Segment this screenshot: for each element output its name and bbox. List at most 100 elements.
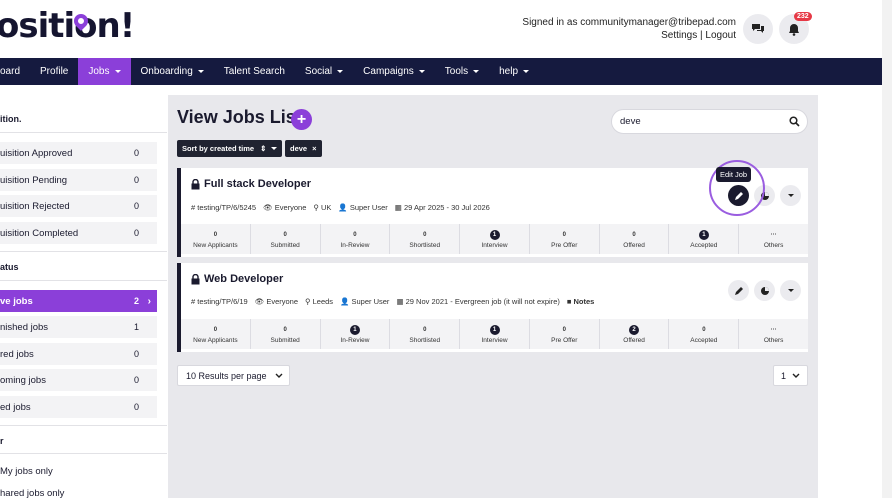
- edit-job-button[interactable]: [728, 280, 749, 301]
- job-ref: # testing/TP/6/5245: [191, 203, 257, 212]
- pie-chart-icon: [760, 286, 769, 295]
- close-icon[interactable]: ×: [312, 144, 316, 153]
- nav-social[interactable]: Social: [295, 58, 353, 85]
- edit-job-tooltip: Edit Job: [716, 167, 752, 182]
- signed-in-text: Signed in as communitymanager@tribepad.c…: [522, 17, 736, 28]
- lock-icon: [191, 178, 200, 189]
- stage-others[interactable]: ··· Others: [739, 224, 808, 254]
- lock-icon: [191, 273, 200, 284]
- settings-link[interactable]: Settings: [661, 30, 697, 41]
- pipeline-stages: 0 New Applicants 0 Submitted 0 In-Review 0S…: [181, 224, 808, 254]
- job-notes[interactable]: ■ Notes: [567, 297, 594, 306]
- nav-campaigns[interactable]: Campaigns: [353, 58, 435, 85]
- caret-down-icon: [114, 70, 121, 73]
- stage-interview[interactable]: 1 Interview: [460, 319, 530, 349]
- job-owner: 👤 Super User: [338, 203, 388, 212]
- stage-in-review[interactable]: 1 In-Review: [321, 319, 391, 349]
- nav-dashboard[interactable]: oard: [0, 58, 30, 85]
- logo-text: osition: [0, 6, 121, 46]
- caret-down-icon: [473, 70, 480, 73]
- stage-accepted[interactable]: 0 Accepted: [669, 319, 740, 349]
- stage-others[interactable]: ··· Others: [739, 319, 808, 349]
- caret-down-icon: [337, 70, 344, 73]
- hash-icon: #: [191, 203, 196, 212]
- job-location: ⚲ UK: [313, 203, 332, 212]
- filter-finished-jobs[interactable]: nished jobs 1: [0, 316, 157, 338]
- page-scrollbar[interactable]: [882, 0, 892, 498]
- job-card: Web Developer # testing/TP/6/19 👁 Everyo…: [177, 263, 808, 352]
- job-title[interactable]: Web Developer: [191, 273, 283, 285]
- sort-icon: ⇕: [260, 144, 267, 153]
- job-more-dropdown[interactable]: [780, 280, 801, 301]
- page-select[interactable]: 1: [773, 365, 808, 386]
- stage-shortlisted[interactable]: 0 Shortlisted: [390, 319, 461, 349]
- nav-help[interactable]: help: [489, 58, 539, 85]
- stage-shortlisted[interactable]: 0 Shortlisted: [390, 224, 461, 254]
- stage-pre-offer[interactable]: 0 Pre Offer: [530, 319, 600, 349]
- stage-interview[interactable]: 1 Interview: [460, 224, 530, 254]
- eye-icon: 👁: [254, 297, 265, 306]
- plus-icon: +: [296, 110, 307, 128]
- stage-in-review[interactable]: 0 In-Review: [321, 224, 391, 254]
- bell-icon: [789, 23, 799, 36]
- chevron-down-icon: [275, 373, 283, 378]
- owner-heading: r: [0, 436, 4, 446]
- stage-submitted[interactable]: 0 Submitted: [251, 224, 321, 254]
- stage-accepted[interactable]: 1 Accepted: [669, 224, 740, 254]
- user-info: Signed in as communitymanager@tribepad.c…: [522, 17, 736, 41]
- location-icon: ⚲: [313, 203, 319, 212]
- job-title[interactable]: Full stack Developer: [191, 178, 311, 190]
- stage-new-applicants[interactable]: 0 New Applicants: [181, 224, 251, 254]
- filter-upcoming-jobs[interactable]: oming jobs 0: [0, 369, 157, 391]
- nav-onboarding[interactable]: Onboarding: [131, 58, 214, 85]
- filter-expired-jobs[interactable]: red jobs 0: [0, 343, 157, 365]
- caret-down-icon: [418, 70, 425, 73]
- logout-link[interactable]: Logout: [705, 30, 736, 41]
- stage-pre-offer[interactable]: 0 Pre Offer: [530, 224, 600, 254]
- hash-icon: #: [191, 297, 196, 306]
- job-location: ⚲ Leeds: [305, 297, 334, 306]
- add-job-button[interactable]: +: [291, 109, 312, 130]
- job-visibility: 👁 Everyone: [263, 203, 307, 212]
- job-stats-button[interactable]: [754, 280, 775, 301]
- nav-jobs[interactable]: Jobs: [78, 58, 131, 85]
- job-dates: ▦ 29 Apr 2025 - 30 Jul 2026: [394, 203, 490, 212]
- calendar-icon: ▦: [394, 203, 402, 212]
- active-filter-chip[interactable]: deve ×: [285, 140, 322, 157]
- filter-requisition-approved[interactable]: uisition Approved 0: [0, 142, 157, 164]
- stage-submitted[interactable]: 0 Submitted: [251, 319, 321, 349]
- job-meta: # testing/TP/6/19 👁 Everyone ⚲ Leeds 👤 S…: [191, 297, 594, 306]
- requisition-heading: ition.: [0, 114, 22, 124]
- pipeline-stages: 0 New Applicants 0 Submitted 1 In-Review 0S…: [181, 319, 808, 349]
- filter-live-jobs[interactable]: ve jobs 2 ›: [0, 290, 157, 312]
- filter-requisition-completed[interactable]: uisition Completed 0: [0, 222, 157, 244]
- search-value: deve: [620, 116, 641, 127]
- job-search-input[interactable]: deve: [611, 109, 808, 134]
- filter-requisition-rejected[interactable]: uisition Rejected 0: [0, 195, 157, 217]
- logo[interactable]: osition!: [0, 6, 135, 46]
- results-per-page-select[interactable]: 10 Results per page: [177, 365, 290, 386]
- sort-dropdown[interactable]: Sort by created time ⇕: [177, 140, 283, 157]
- nav-tools[interactable]: Tools: [435, 58, 489, 85]
- status-heading: atus: [0, 262, 19, 272]
- stage-offered[interactable]: 0 Offered: [600, 224, 670, 254]
- notification-badge: 232: [794, 12, 812, 21]
- nav-talent-search[interactable]: Talent Search: [214, 58, 295, 85]
- filter-requisition-pending[interactable]: uisition Pending 0: [0, 169, 157, 191]
- job-more-dropdown[interactable]: [780, 185, 801, 206]
- location-icon: ⚲: [305, 297, 311, 306]
- job-meta: # testing/TP/6/5245 👁 Everyone ⚲ UK 👤 Su…: [191, 203, 490, 212]
- filter-closed-jobs[interactable]: ed jobs 0: [0, 396, 157, 418]
- chat-button[interactable]: [743, 14, 773, 44]
- nav-profile[interactable]: Profile: [30, 58, 78, 85]
- stage-offered[interactable]: 2 Offered: [600, 319, 670, 349]
- chevron-down-icon: [792, 373, 800, 378]
- filter-my-jobs[interactable]: My jobs only: [0, 466, 53, 477]
- pencil-icon: [734, 286, 743, 295]
- filter-shared-jobs[interactable]: hared jobs only: [0, 488, 64, 499]
- search-icon[interactable]: [789, 116, 800, 127]
- more-icon: ···: [770, 231, 777, 238]
- stage-new-applicants[interactable]: 0 New Applicants: [181, 319, 251, 349]
- filter-sidebar: ition. uisition Approved 0 uisition Pendi…: [0, 95, 167, 499]
- job-owner: 👤 Super User: [340, 297, 390, 306]
